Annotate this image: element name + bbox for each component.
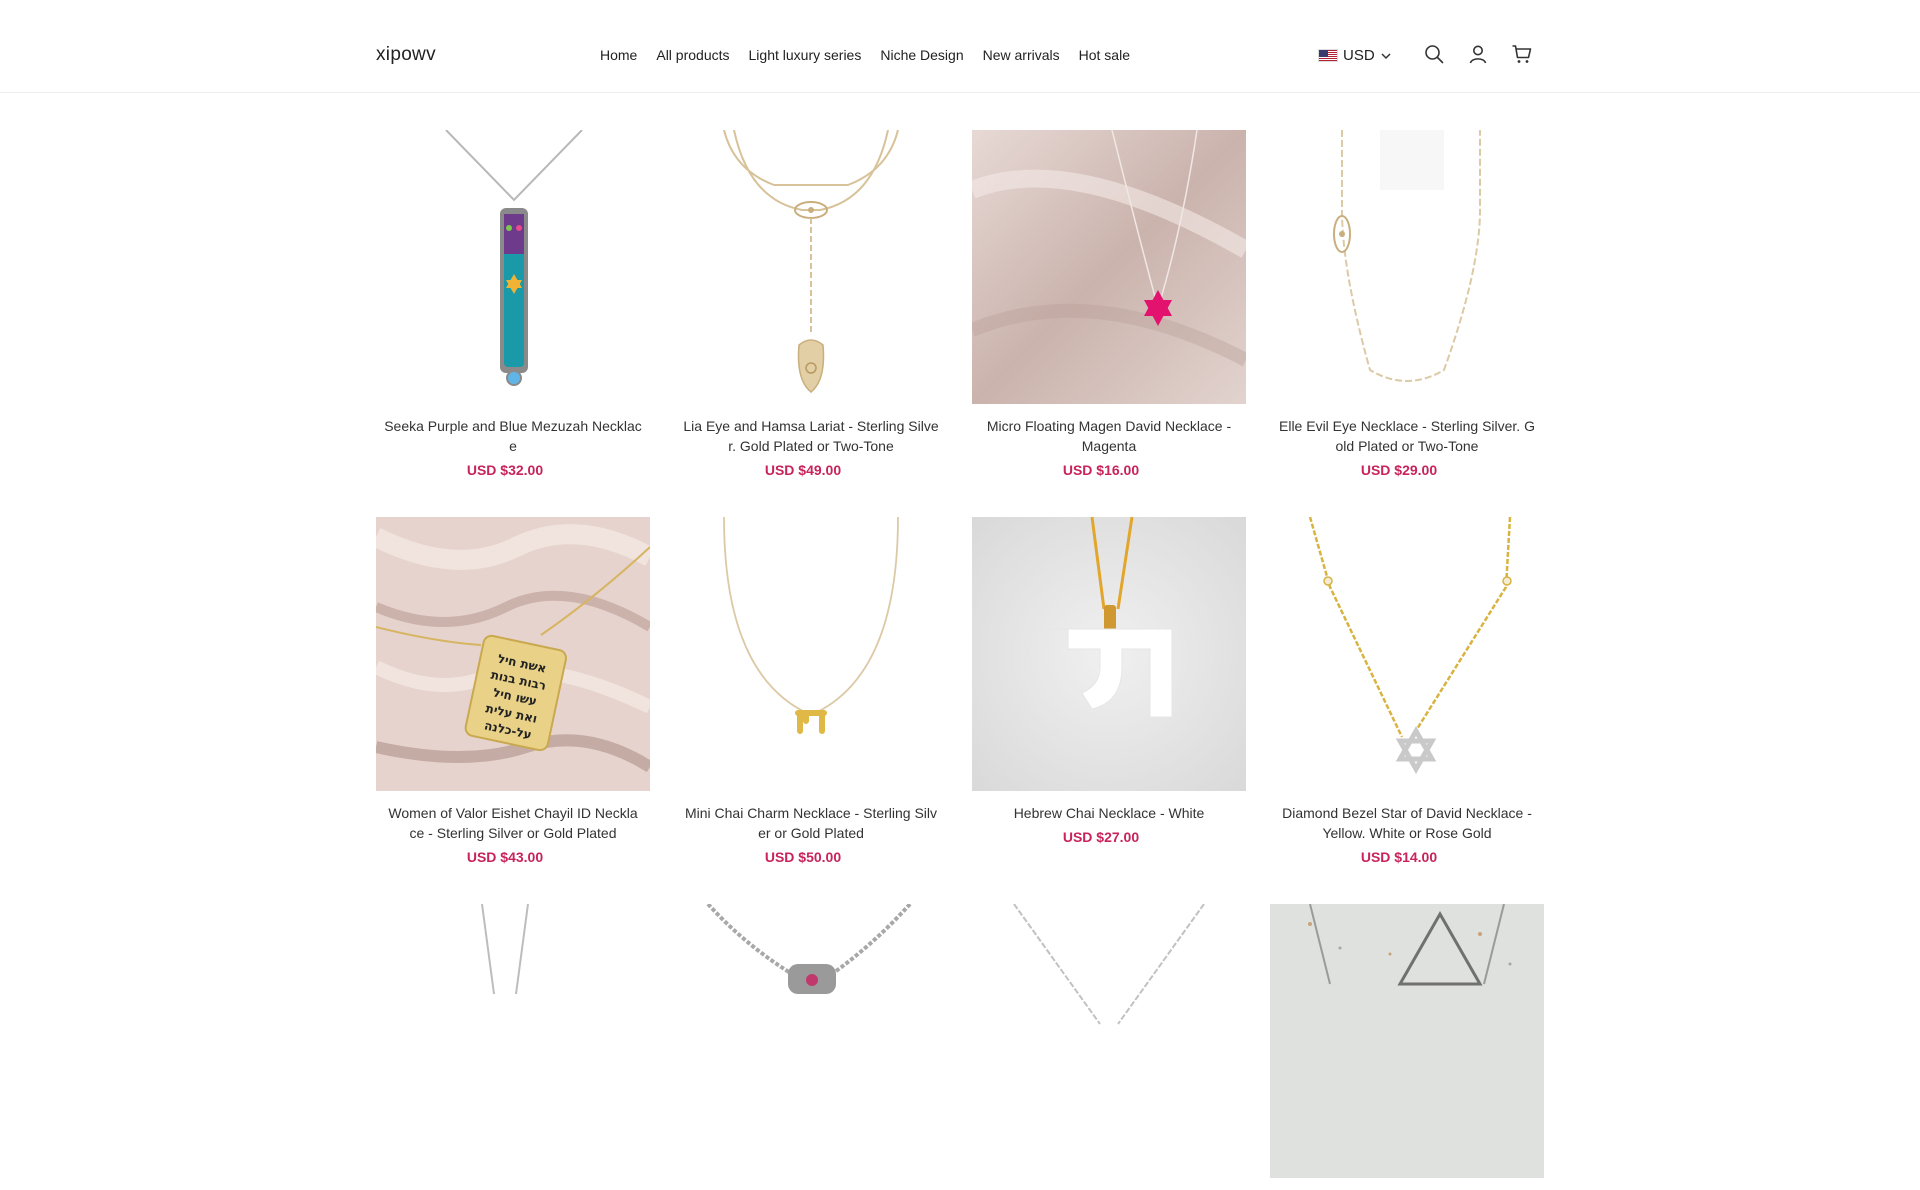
product-price: USD $43.00	[466, 849, 544, 865]
nav-new-arrivals[interactable]: New arrivals	[983, 47, 1060, 63]
product-card[interactable]	[972, 904, 1246, 1190]
product-image[interactable]	[972, 517, 1246, 791]
product-price: USD $16.00	[1062, 462, 1140, 478]
product-card[interactable]: Hebrew Chai Necklace - White USD $27.00	[972, 517, 1246, 845]
product-title[interactable]: Women of Valor Eishet Chayil ID Neckla c…	[376, 803, 650, 843]
product-price: USD $14.00	[1360, 849, 1438, 865]
product-title[interactable]: Diamond Bezel Star of David Necklace - Y…	[1270, 803, 1544, 843]
currency-label: USD	[1343, 47, 1375, 64]
product-price: USD $49.00	[764, 462, 842, 478]
product-card[interactable]	[674, 904, 948, 1190]
product-price: USD $32.00	[466, 462, 544, 478]
cart-icon[interactable]	[1511, 43, 1533, 65]
chevron-down-icon	[1381, 52, 1391, 59]
product-image[interactable]	[674, 130, 948, 404]
nav-niche-design[interactable]: Niche Design	[880, 47, 963, 63]
product-card[interactable]	[1270, 904, 1544, 1190]
product-image[interactable]	[376, 130, 650, 404]
us-flag-icon	[1318, 49, 1338, 62]
user-icon[interactable]	[1467, 43, 1489, 65]
product-price: USD $27.00	[1062, 829, 1140, 845]
product-card[interactable]	[376, 904, 650, 1190]
product-price: USD $29.00	[1360, 462, 1438, 478]
product-price: USD $50.00	[764, 849, 842, 865]
nav-hot-sale[interactable]: Hot sale	[1079, 47, 1130, 63]
product-image[interactable]	[1270, 904, 1544, 1178]
main-nav: Home All products Light luxury series Ni…	[600, 47, 1130, 63]
product-card[interactable]: Elle Evil Eye Necklace - Sterling Silver…	[1270, 130, 1544, 478]
product-image[interactable]	[972, 130, 1246, 404]
site-header: xipowv Home All products Light luxury se…	[0, 0, 1920, 93]
nav-light-luxury-series[interactable]: Light luxury series	[749, 47, 862, 63]
product-image[interactable]	[1270, 517, 1544, 791]
product-title[interactable]: Lia Eye and Hamsa Lariat - Sterling Silv…	[674, 416, 948, 456]
product-image[interactable]	[972, 904, 1246, 1178]
product-image[interactable]	[376, 904, 650, 1178]
product-image[interactable]	[674, 904, 948, 1178]
product-card[interactable]: Lia Eye and Hamsa Lariat - Sterling Silv…	[674, 130, 948, 478]
product-title[interactable]: Seeka Purple and Blue Mezuzah Necklac e	[376, 416, 650, 456]
product-card[interactable]: Diamond Bezel Star of David Necklace - Y…	[1270, 517, 1544, 865]
product-card[interactable]: אשת חיל רבות בנות עשו חיל ואת עלית על-כל…	[376, 517, 650, 865]
product-title[interactable]: Mini Chai Charm Necklace - Sterling Silv…	[674, 803, 948, 843]
product-card[interactable]: Mini Chai Charm Necklace - Sterling Silv…	[674, 517, 948, 865]
product-card[interactable]: Micro Floating Magen David Necklace - Ma…	[972, 130, 1246, 478]
product-title[interactable]: Micro Floating Magen David Necklace - Ma…	[972, 416, 1246, 456]
product-image[interactable]	[1270, 130, 1544, 404]
nav-all-products[interactable]: All products	[656, 47, 729, 63]
product-image[interactable]: אשת חיל רבות בנות עשו חיל ואת עלית על-כל…	[376, 517, 650, 791]
product-card[interactable]: Seeka Purple and Blue Mezuzah Necklac e …	[376, 130, 650, 478]
product-title[interactable]: Hebrew Chai Necklace - White	[972, 803, 1246, 823]
product-image[interactable]	[674, 517, 948, 791]
search-icon[interactable]	[1423, 43, 1445, 65]
brand-logo[interactable]: xipowv	[376, 44, 436, 66]
nav-home[interactable]: Home	[600, 47, 637, 63]
product-title[interactable]: Elle Evil Eye Necklace - Sterling Silver…	[1270, 416, 1544, 456]
currency-selector[interactable]: USD	[1318, 47, 1392, 64]
